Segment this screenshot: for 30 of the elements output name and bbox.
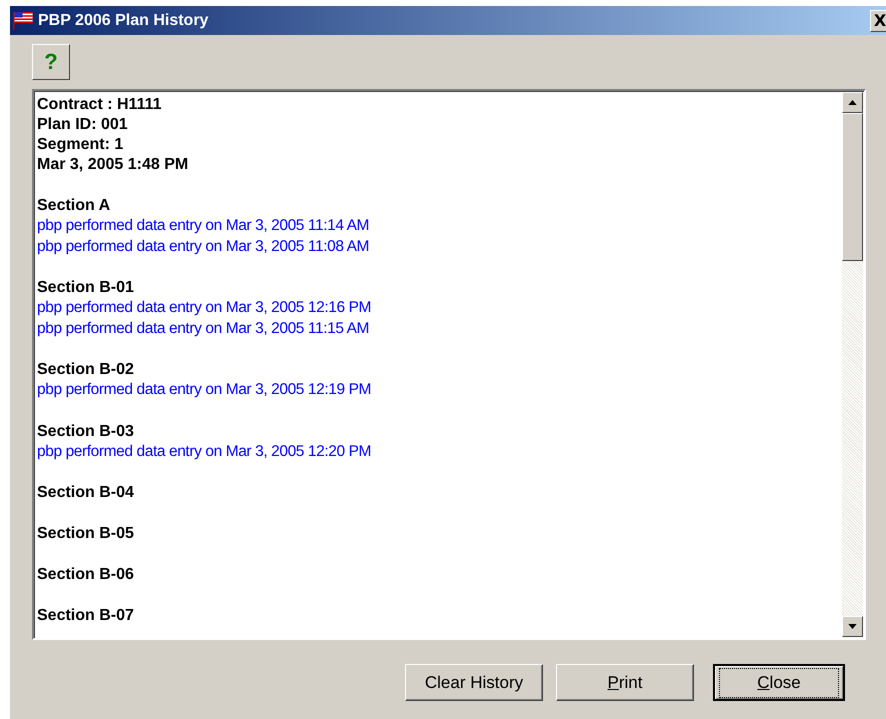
section-title: Section B-04	[37, 483, 135, 503]
header-line: Plan ID: 001	[37, 115, 129, 135]
history-entry: pbp performed data entry on Mar 3, 2005 11:14 AM	[37, 216, 370, 236]
section-title: Section B-05	[37, 524, 135, 544]
header-line: Contract : H1111	[37, 95, 162, 115]
section-title: Section B-03	[37, 422, 135, 442]
header-line: Mar 3, 2005 1:48 PM	[37, 155, 190, 175]
scroll-thumb[interactable]	[842, 113, 863, 261]
down-arrow-icon	[848, 624, 857, 629]
history-entry: pbp performed data entry on Mar 3, 2005 12:19 PM	[37, 380, 372, 400]
section-title: Section B-01	[37, 278, 135, 298]
section-title: Section B-06	[37, 565, 135, 585]
section-title: Section A	[37, 196, 112, 216]
title-bar-x-button[interactable]: X	[870, 10, 886, 32]
dialog-button[interactable]: Clear History	[405, 664, 543, 701]
section-title: Section B-07	[37, 606, 135, 626]
history-entry: pbp performed data entry on Mar 3, 2005 12:16 PM	[37, 298, 372, 318]
history-entry: pbp performed data entry on Mar 3, 2005 11:08 AM	[37, 236, 370, 256]
history-entry: pbp performed data entry on Mar 3, 2005 12:20 PM	[37, 442, 372, 462]
flag-icon	[12, 10, 34, 30]
scroll-up-button[interactable]	[842, 92, 863, 113]
window-title: PBP 2006 Plan History	[38, 12, 210, 30]
dialog-button[interactable]: Close	[713, 664, 845, 701]
history-entry: pbp performed data entry on Mar 3, 2005 11:15 AM	[37, 318, 370, 338]
scrollbar[interactable]	[842, 92, 863, 637]
header-line: Segment: 1	[37, 135, 124, 155]
dialog-button[interactable]: Print	[556, 664, 694, 701]
section-title: Section B-02	[37, 360, 135, 380]
up-arrow-icon	[848, 100, 857, 105]
scroll-down-button[interactable]	[842, 616, 863, 637]
